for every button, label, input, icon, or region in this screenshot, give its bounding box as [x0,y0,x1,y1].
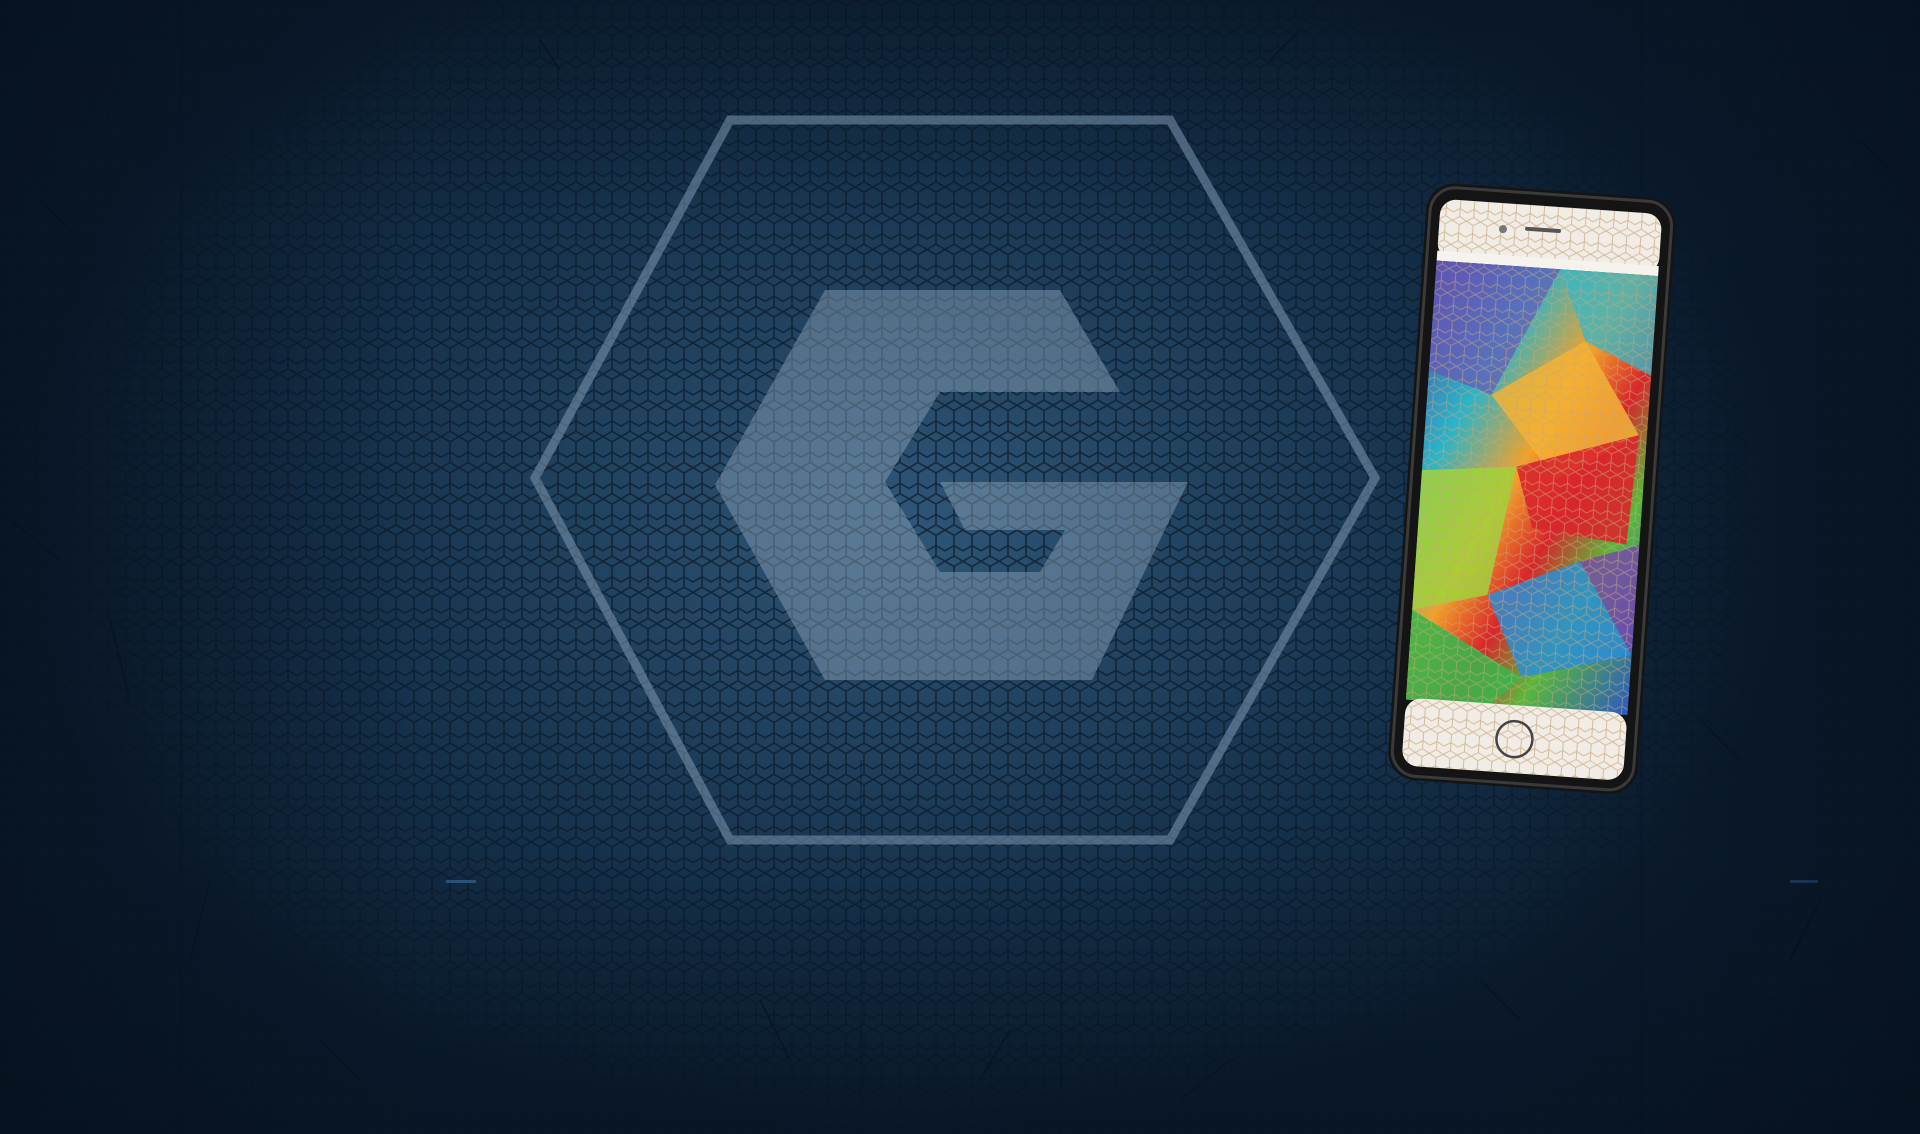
smartphone-icon [1388,183,1676,794]
outer-hexagon-outline [529,115,1381,845]
g-letter-shape [715,290,1188,680]
wallpaper-background [0,0,1920,1134]
g-hexagon-logo-icon [529,115,1381,845]
